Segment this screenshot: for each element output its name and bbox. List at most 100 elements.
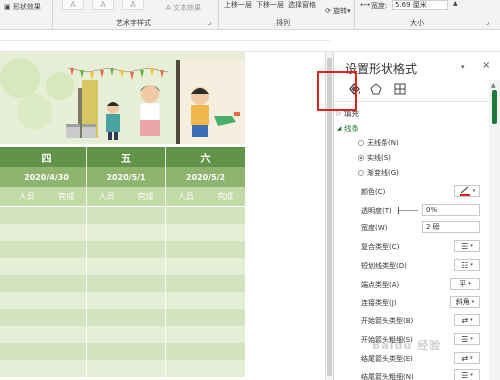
ribbon-divider [52,0,53,30]
effects-icon[interactable] [368,82,384,96]
radio-gradient-line[interactable]: 渐变线(G) [358,168,399,178]
ribbon-divider [354,0,355,30]
table-row[interactable] [0,360,245,377]
bring-forward-button[interactable]: 上移一层 [224,0,252,10]
begin-arrow-type-label: 开始箭头类型(B) [361,317,414,325]
format-shape-pane: 设置形状格式 ▾ × ▷ 填充 ◢ 线条 无线条(N) 实线(S) 渐变线(G) [333,52,500,380]
table-day-header-row: 四五六 [0,147,245,167]
table-row[interactable] [0,292,245,309]
arrow-style-icon: ⇄ [461,315,469,325]
join-type-label: 连接类型(J) [361,299,397,307]
transparency-slider-handle[interactable] [398,207,399,214]
arrow-size-icon: ☰ [461,334,469,344]
line-section-header[interactable]: ◢ 线条 [334,123,359,134]
spreadsheet-area[interactable]: 四五六 2020/4/30 2020/5/1 2020/5/2 人员 完成 人员 完成 人员 完成 [0,52,325,380]
watermark-logo: Baidu 经验 [372,339,442,352]
cap-type-label: 端点类型(A) [361,281,400,289]
date-header-cell[interactable]: 2020/5/2 [166,167,245,187]
selection-pane-button[interactable]: 选择窗格 [288,0,316,10]
width-icon: ⟷ [360,1,371,9]
person-header-cell[interactable]: 人员 [7,187,47,206]
ribbon-divider [218,0,219,30]
radio-button-selected[interactable] [358,155,364,161]
dash-lines-icon: ☷ [461,260,469,270]
compound-type-label: 复合类型(C) [361,243,400,251]
person-header-cell[interactable]: 人员 [87,187,126,206]
table-row[interactable] [0,326,245,343]
spin-icon[interactable]: ▲ [453,0,458,7]
wordart-style-3[interactable]: A [122,0,144,10]
done-header-cell[interactable]: 完成 [47,187,87,206]
end-arrow-type-label: 结尾箭头类型(E) [361,355,413,363]
radio-button[interactable] [358,140,364,146]
pane-options-caret-icon[interactable]: ▾ [461,63,465,71]
table-row[interactable] [0,309,245,326]
day-header-cell[interactable]: 四 [7,147,86,167]
begin-arrow-size-dropdown[interactable]: ☰ ▾ [454,333,480,345]
arrange-group-label: 排列 [276,19,290,27]
pen-color-icon [459,186,470,196]
cartoon-illustration [0,58,245,144]
highlight-box [317,71,357,111]
compound-type-dropdown[interactable]: ☰ ▾ [454,240,480,252]
ruler-line [0,40,330,41]
line-color-picker[interactable]: ▾ [454,185,480,197]
table-row[interactable] [0,258,245,275]
end-arrow-size-dropdown[interactable]: ☰ ▾ [454,369,480,380]
formula-strip [0,30,500,52]
cap-type-dropdown[interactable]: 平 ▾ [450,278,480,290]
wordart-launcher-icon[interactable]: ⌟ [208,18,211,26]
shape-effect-button[interactable]: ▣ 形状效果 [4,2,41,12]
dash-type-dropdown[interactable]: ☷ ▾ [454,259,480,271]
shape-effect-icon: ▣ [4,3,13,11]
join-type-dropdown[interactable]: 斜角 ▾ [450,296,480,308]
end-arrow-size-label: 结尾箭头粗细(N) [361,373,414,380]
transparency-input[interactable]: 0% [422,204,480,216]
dash-type-label: 短划线类型(D) [361,262,407,270]
date-header-cell[interactable]: 2020/5/1 [87,167,165,187]
text-effect-icon: A [166,4,174,12]
transparency-label: 透明度(T) [361,207,392,215]
send-backward-button[interactable]: 下移一层 [256,0,284,10]
date-header-cell[interactable]: 2020/4/30 [7,167,86,187]
table-row[interactable] [0,207,245,224]
person-header-cell[interactable]: 人员 [166,187,206,206]
day-header-cell[interactable]: 五 [87,147,165,167]
table-row[interactable] [0,343,245,360]
compound-lines-icon: ☰ [461,241,469,251]
table-row[interactable] [0,275,245,292]
wordart-style-2[interactable]: A [92,0,114,10]
ribbon: ▣ 形状效果 A A A A 文本效果 艺术字样式 ⌟ 上移一层 下移一层 选择… [0,0,500,30]
rotate-button[interactable]: ⟳ 旋转▾ [325,6,351,16]
radio-button[interactable] [358,170,364,176]
table-date-header-row: 2020/4/30 2020/5/1 2020/5/2 [0,167,245,187]
collapse-arrow-icon: ◢ [336,125,342,132]
arrow-size-icon: ☰ [461,370,469,380]
width-input[interactable]: 5.69 厘米 [392,0,448,10]
arrow-style-icon: ⇄ [461,353,469,363]
begin-arrow-type-dropdown[interactable]: ⇄ ▾ [454,314,480,326]
radio-no-line[interactable]: 无线条(N) [358,138,399,148]
width-label: 宽度(W) [361,224,388,232]
table-row[interactable] [0,241,245,258]
transparency-slider[interactable] [398,210,418,211]
close-icon[interactable]: × [482,60,490,71]
size-group-label: 大小 [410,19,424,27]
wordart-style-1[interactable]: A [62,0,84,10]
size-launcher-icon[interactable]: ⌟ [486,18,489,26]
done-header-cell[interactable]: 完成 [126,187,165,206]
line-width-input[interactable]: 2 磅 [422,221,480,233]
scroll-up-icon[interactable]: ▲ [491,82,496,89]
done-header-cell[interactable]: 完成 [206,187,246,206]
sheet-blank-area [245,52,325,144]
end-arrow-type-dropdown[interactable]: ⇄ ▾ [454,352,480,364]
pane-divider [334,101,489,102]
table-row[interactable] [0,224,245,241]
pane-scrollbar[interactable]: ▲ [489,80,500,380]
cartoon-banner-image [0,52,245,144]
day-header-cell[interactable]: 六 [166,147,245,167]
pane-scrollbar-thumb[interactable] [492,90,497,124]
text-effect-button[interactable]: A 文本效果 [166,3,201,13]
size-properties-icon[interactable] [392,82,408,96]
radio-solid-line[interactable]: 实线(S) [358,153,391,163]
